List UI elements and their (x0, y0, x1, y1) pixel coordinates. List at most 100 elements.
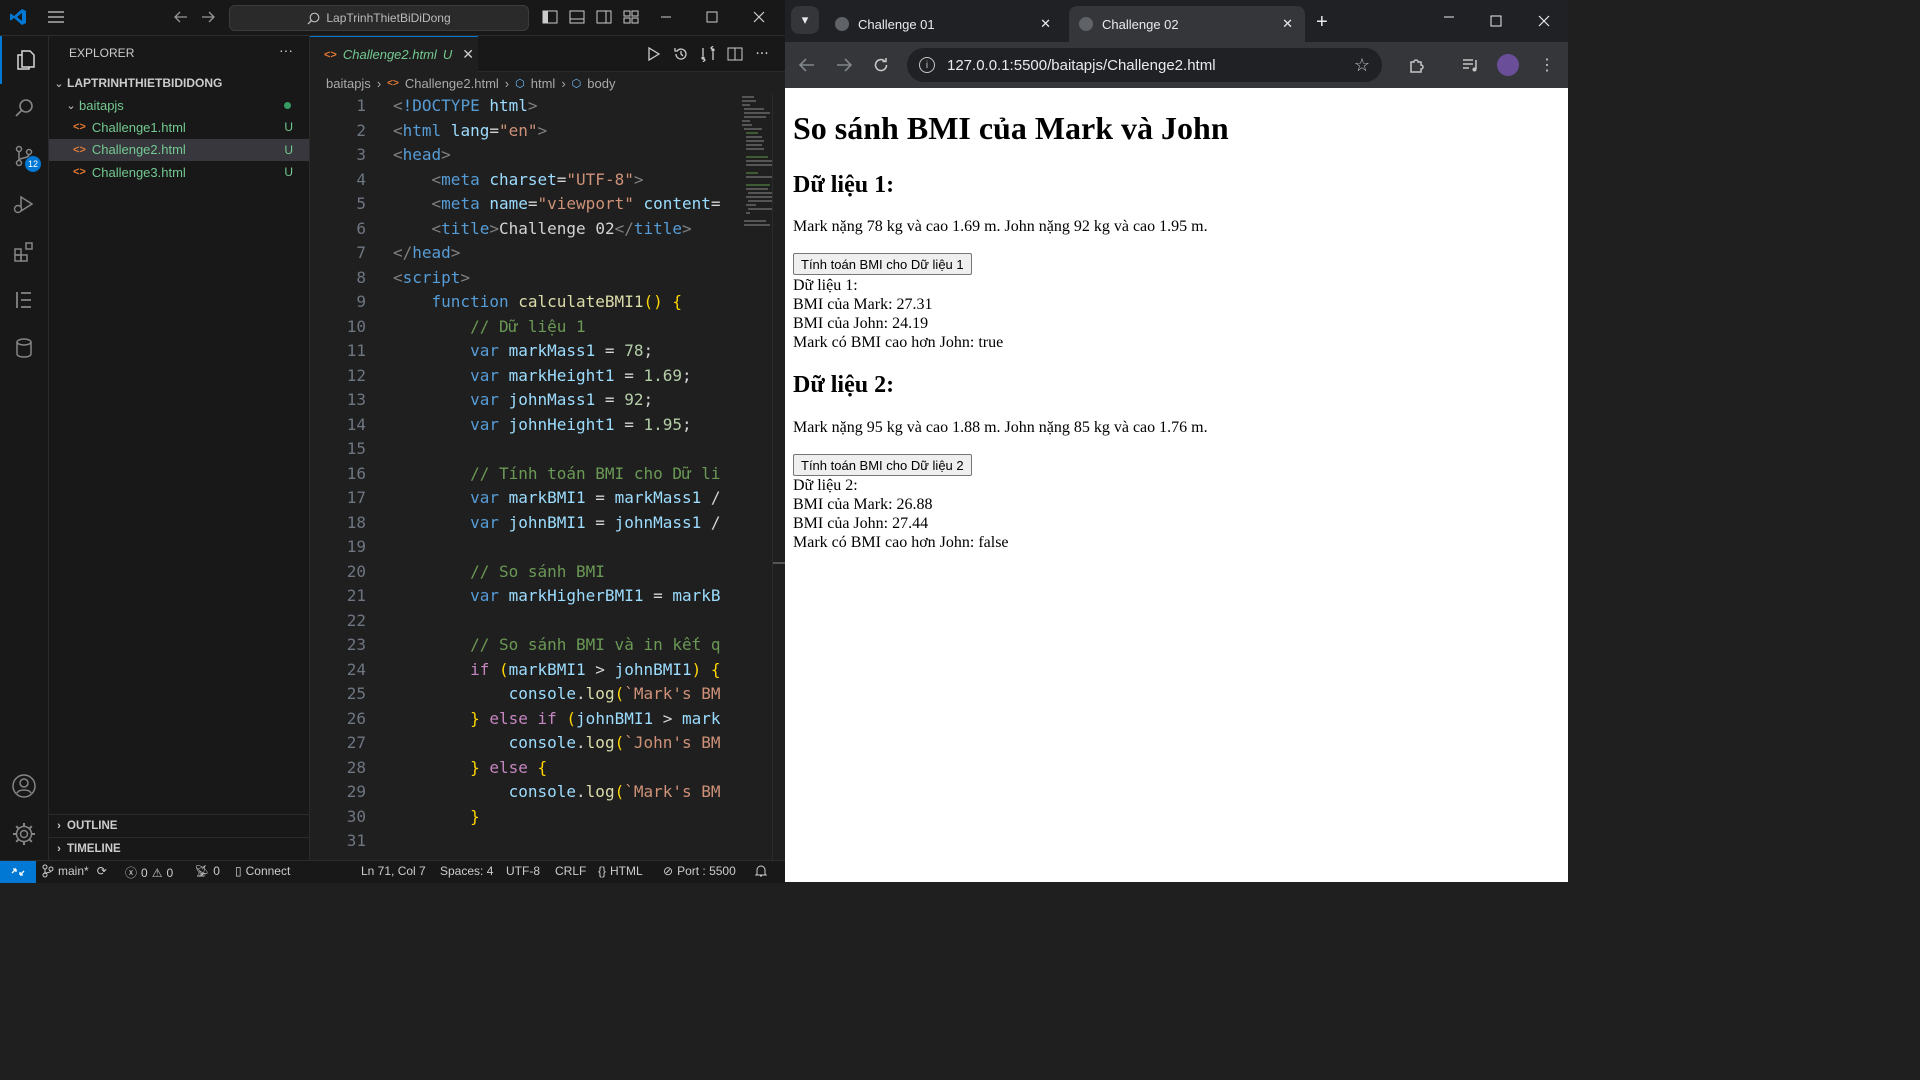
run-debug-icon[interactable] (0, 180, 48, 228)
branch-status[interactable]: main* ⟳ (42, 864, 107, 878)
browser-close-icon[interactable] (1538, 14, 1550, 32)
browser-forward-icon[interactable] (834, 55, 854, 75)
close-tab-icon[interactable]: ✕ (1282, 16, 1293, 32)
toggle-secondary-sidebar-icon[interactable] (594, 5, 614, 29)
workspace-root[interactable]: ⌄ LAPTRINHTHIETBIDIDONG (49, 72, 309, 94)
explorer-icon[interactable] (0, 36, 50, 84)
tab-search-button[interactable]: ▾ (791, 6, 819, 34)
data1-description: Mark nặng 78 kg và cao 1.69 m. John nặng… (793, 218, 1208, 235)
timeline-section[interactable]: › TIMELINE (49, 837, 309, 860)
minimize-icon[interactable] (656, 5, 676, 29)
braces-icon: {} (598, 864, 607, 878)
reload-icon[interactable] (871, 55, 891, 75)
calculate-bmi-1-button[interactable]: Tính toán BMI cho Dữ liệu 1 (793, 253, 972, 275)
maximize-icon[interactable] (702, 5, 722, 29)
extensions-puzzle-icon[interactable] (1407, 55, 1427, 75)
code-token: > (653, 708, 683, 728)
error-count: 0 (141, 865, 148, 880)
chevron-down-icon: ▾ (801, 12, 809, 27)
close-window-icon[interactable] (749, 5, 769, 29)
browser-menu-dots-icon[interactable]: ⋮ (1537, 55, 1557, 75)
outline-section[interactable]: › OUTLINE (49, 814, 309, 837)
folder-baitapjs[interactable]: ⌄ baitapjs (49, 94, 309, 116)
compare-changes-icon[interactable] (698, 44, 718, 64)
html-file-icon: <> (387, 77, 399, 89)
cursor-position[interactable]: Ln 71, Col 7 (361, 864, 426, 878)
live-server-port[interactable]: ⊘ Port : 5500 (663, 864, 736, 878)
sync-icon[interactable]: ⟳ (97, 864, 107, 878)
browser-tab-2[interactable]: Challenge 02 ✕ (1069, 6, 1305, 42)
new-tab-plus-icon[interactable]: + (1316, 11, 1328, 34)
editor-scrollbar[interactable] (772, 94, 786, 860)
browser-minimize-icon[interactable] (1443, 10, 1455, 28)
connect-status[interactable]: ▯ Connect (235, 864, 290, 878)
browser-maximize-icon[interactable] (1490, 14, 1502, 32)
split-editor-icon[interactable] (725, 44, 745, 64)
media-controls-icon[interactable] (1461, 55, 1481, 75)
breadcrumb-html[interactable]: html (531, 76, 556, 91)
file-status: U (284, 120, 293, 134)
account-icon[interactable] (0, 762, 48, 810)
web-page: So sánh BMI của Mark và John Dữ liệu 1: … (785, 88, 1568, 882)
menu-icon[interactable] (44, 5, 68, 29)
timeline-label: TIMELINE (67, 843, 121, 855)
site-info-icon[interactable]: i (919, 57, 935, 73)
explorer-more-actions[interactable]: ··· (279, 42, 293, 58)
file-item[interactable]: <> Challenge2.html U (49, 138, 309, 161)
calculate-bmi-2-button[interactable]: Tính toán BMI cho Dữ liệu 2 (793, 454, 972, 476)
close-tab-icon[interactable]: ✕ (1040, 16, 1051, 32)
tab-label: Challenge2.html (342, 47, 437, 62)
toggle-sidebar-icon[interactable] (540, 5, 560, 29)
command-center-search[interactable]: LapTrinhThietBiDiDong (229, 5, 529, 31)
end-of-line[interactable]: CRLF (555, 864, 586, 878)
code-editor[interactable]: 1 <!DOCTYPE html> 2 <html lang="en"> 3 <head>… (310, 94, 740, 860)
branch-name: main* (58, 864, 89, 878)
toggle-panel-icon[interactable] (567, 5, 587, 29)
tab-challenge2[interactable]: <> Challenge2.html U ✕ (310, 36, 478, 72)
bookmark-star-icon[interactable]: ☆ (1354, 55, 1370, 76)
breadcrumb-folder[interactable]: baitapjs (326, 76, 371, 91)
forward-arrow-icon[interactable] (197, 5, 219, 29)
ports-status[interactable]: 📡︎ 0 (194, 864, 220, 878)
browser-tab-1[interactable]: Challenge 01 ✕ (825, 6, 1063, 42)
file-item[interactable]: <> Challenge3.html U (49, 161, 309, 183)
profile-avatar[interactable] (1497, 54, 1519, 76)
chevron-down-icon: ⌄ (54, 77, 64, 90)
remote-indicator[interactable] (0, 861, 36, 883)
code-token: var (470, 390, 499, 409)
extensions-icon[interactable] (0, 228, 48, 276)
file-item[interactable]: <> Challenge1.html U (49, 116, 309, 138)
code-token: () (643, 292, 663, 311)
breadcrumb-file[interactable]: Challenge2.html (405, 76, 499, 91)
language-mode[interactable]: {} HTML (598, 864, 643, 878)
more-actions-icon[interactable]: ··· (752, 44, 772, 64)
search-icon[interactable] (0, 84, 48, 132)
timeline-history-icon[interactable] (671, 44, 691, 64)
back-arrow-icon[interactable] (170, 5, 192, 29)
code-token: = (556, 169, 567, 189)
browser-back-icon[interactable] (797, 55, 817, 75)
outline-view-icon[interactable] (0, 276, 48, 324)
database-icon[interactable] (0, 324, 48, 372)
code-token: < (393, 96, 403, 115)
minimap[interactable] (740, 94, 772, 860)
notifications-bell-icon[interactable] (755, 864, 767, 878)
modified-dot-icon (284, 101, 291, 109)
customize-layout-icon[interactable] (621, 5, 641, 29)
line-number: 28 (346, 757, 366, 777)
problems-status[interactable]: ⓧ 0 ⚠ 0 (125, 864, 173, 881)
breadcrumb-body[interactable]: body (587, 76, 615, 91)
indentation[interactable]: Spaces: 4 (440, 864, 493, 878)
status-bar: main* ⟳ ⓧ 0 ⚠ 0 📡︎ 0 ▯ Connect Ln 71, Co… (0, 860, 785, 883)
settings-gear-icon[interactable] (0, 810, 48, 858)
run-icon[interactable] (644, 44, 664, 64)
close-tab-icon[interactable]: ✕ (462, 46, 474, 63)
address-bar[interactable]: i 127.0.0.1:5500/baitapjs/Challenge2.htm… (907, 48, 1382, 82)
source-control-icon[interactable]: 12 (0, 132, 48, 180)
encoding[interactable]: UTF-8 (506, 864, 540, 878)
data2-result-line: Dữ liệu 2: (793, 477, 858, 494)
